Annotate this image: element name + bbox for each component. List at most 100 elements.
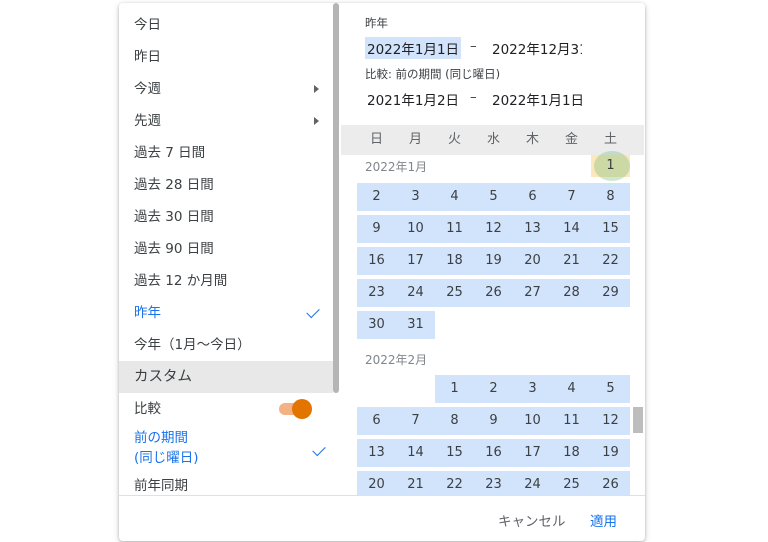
preset-item[interactable]: 昨日 bbox=[119, 41, 333, 73]
compare-option-previous-year[interactable]: 前年同期 bbox=[134, 476, 188, 495]
calendar-day[interactable]: 7 bbox=[552, 183, 591, 211]
range-dash: – bbox=[470, 38, 477, 54]
cancel-button[interactable]: キャンセル bbox=[498, 510, 566, 530]
compare-start-input[interactable]: 2021年1月2日 bbox=[367, 89, 459, 109]
compare-end-input[interactable]: 2022年1月1日 bbox=[492, 89, 584, 109]
calendar-day[interactable]: 15 bbox=[435, 439, 474, 467]
calendar-day[interactable]: 23 bbox=[474, 471, 513, 495]
preset-label: 過去 90 日間 bbox=[134, 241, 214, 257]
weekday-label: 金 bbox=[564, 132, 578, 147]
preset-item[interactable]: 今日 bbox=[119, 9, 333, 41]
preset-item[interactable]: 過去 12 か月間 bbox=[119, 265, 333, 297]
calendar-day[interactable]: 13 bbox=[357, 439, 396, 467]
calendar-day[interactable]: 13 bbox=[513, 215, 552, 243]
preset-scrollbar[interactable] bbox=[333, 3, 339, 393]
calendar-day[interactable]: 17 bbox=[513, 439, 552, 467]
calendar-scrollbar[interactable] bbox=[633, 407, 643, 433]
preset-item[interactable]: 先週 bbox=[119, 105, 333, 137]
calendar-day[interactable]: 3 bbox=[513, 375, 552, 403]
calendar-day[interactable]: 25 bbox=[435, 279, 474, 307]
calendar-day-number: 20 bbox=[524, 253, 541, 268]
calendar-day[interactable]: 21 bbox=[552, 247, 591, 275]
calendar-day[interactable]: 10 bbox=[513, 407, 552, 435]
calendar-day[interactable]: 10 bbox=[396, 215, 435, 243]
calendar-day[interactable]: 28 bbox=[552, 279, 591, 307]
calendar-day[interactable]: 17 bbox=[396, 247, 435, 275]
custom-preset[interactable]: カスタム bbox=[119, 361, 333, 393]
calendar-day[interactable]: 12 bbox=[591, 407, 630, 435]
end-date-input[interactable]: 2022年12月31日 bbox=[492, 38, 582, 58]
calendar-day[interactable]: 29 bbox=[591, 279, 630, 307]
preset-item[interactable]: 昨年 bbox=[119, 297, 333, 329]
calendar-day[interactable]: 2 bbox=[357, 183, 396, 211]
calendar-day[interactable]: 15 bbox=[591, 215, 630, 243]
calendar-day-number: 18 bbox=[563, 445, 580, 460]
calendar-day[interactable]: 20 bbox=[513, 247, 552, 275]
calendar-day-number: 6 bbox=[528, 189, 537, 204]
calendar-day[interactable]: 6 bbox=[357, 407, 396, 435]
calendar-day[interactable]: 18 bbox=[552, 439, 591, 467]
preset-item[interactable]: 今週 bbox=[119, 73, 333, 105]
calendar-day[interactable]: 8 bbox=[591, 183, 630, 211]
calendar-day[interactable]: 19 bbox=[591, 439, 630, 467]
calendar-day[interactable]: 5 bbox=[474, 183, 513, 211]
calendar-day[interactable]: 24 bbox=[513, 471, 552, 495]
calendar-day[interactable]: 3 bbox=[396, 183, 435, 211]
weekday-label: 日 bbox=[369, 132, 383, 147]
calendar-day-number: 27 bbox=[524, 285, 541, 300]
calendar-day[interactable]: 2 bbox=[474, 375, 513, 403]
calendar-day[interactable]: 23 bbox=[357, 279, 396, 307]
calendar-day-number: 25 bbox=[446, 285, 463, 300]
compare-option-previous-period[interactable]: 前の期間 (同じ曜日) bbox=[134, 428, 199, 468]
calendar-day[interactable]: 22 bbox=[591, 247, 630, 275]
calendar-day[interactable]: 26 bbox=[474, 279, 513, 307]
calendar-day[interactable]: 16 bbox=[474, 439, 513, 467]
calendar-day[interactable]: 21 bbox=[396, 471, 435, 495]
calendar-day[interactable]: 19 bbox=[474, 247, 513, 275]
calendar-day-number: 1 bbox=[606, 158, 615, 173]
calendar-day[interactable]: 5 bbox=[591, 375, 630, 403]
preset-item[interactable]: 今年（1月～今日） bbox=[119, 329, 333, 361]
calendar-day-number: 9 bbox=[372, 221, 381, 236]
calendar-day[interactable]: 8 bbox=[435, 407, 474, 435]
calendar-day[interactable]: 14 bbox=[396, 439, 435, 467]
calendar-day[interactable]: 11 bbox=[435, 215, 474, 243]
calendar-day[interactable]: 26 bbox=[591, 471, 630, 495]
start-date-input[interactable]: 2022年1月1日 bbox=[365, 37, 462, 59]
calendar-day[interactable]: 24 bbox=[396, 279, 435, 307]
calendar-day[interactable]: 1 bbox=[591, 151, 630, 181]
calendar-day[interactable]: 9 bbox=[474, 407, 513, 435]
calendar-day[interactable]: 11 bbox=[552, 407, 591, 435]
calendar-day[interactable]: 25 bbox=[552, 471, 591, 495]
calendar-day[interactable]: 9 bbox=[357, 215, 396, 243]
preset-item[interactable]: 過去 28 日間 bbox=[119, 169, 333, 201]
preset-label: 今年（1月～今日） bbox=[134, 337, 251, 353]
calendar-day-number: 5 bbox=[489, 189, 498, 204]
preset-item[interactable]: 過去 90 日間 bbox=[119, 233, 333, 265]
preset-item[interactable]: 過去 30 日間 bbox=[119, 201, 333, 233]
calendar-day[interactable]: 4 bbox=[435, 183, 474, 211]
calendar-day-number: 9 bbox=[489, 413, 498, 428]
calendar-day[interactable]: 1 bbox=[435, 375, 474, 403]
calendar-day[interactable]: 18 bbox=[435, 247, 474, 275]
preset-item[interactable]: 過去 7 日間 bbox=[119, 137, 333, 169]
calendar-day[interactable]: 12 bbox=[474, 215, 513, 243]
calendar-day[interactable]: 6 bbox=[513, 183, 552, 211]
calendar-day[interactable]: 7 bbox=[396, 407, 435, 435]
calendar-day[interactable]: 4 bbox=[552, 375, 591, 403]
calendar-day-number: 2 bbox=[489, 381, 498, 396]
calendar-day[interactable]: 31 bbox=[396, 311, 435, 339]
calendar-day-number: 18 bbox=[446, 253, 463, 268]
calendar-day[interactable]: 20 bbox=[357, 471, 396, 495]
calendar-day[interactable]: 14 bbox=[552, 215, 591, 243]
calendar-day[interactable]: 30 bbox=[357, 311, 396, 339]
calendar-day-number: 19 bbox=[485, 253, 502, 268]
calendar-day-number: 24 bbox=[407, 285, 424, 300]
apply-button[interactable]: 適用 bbox=[590, 510, 617, 530]
calendar-day[interactable]: 27 bbox=[513, 279, 552, 307]
calendar-day[interactable]: 16 bbox=[357, 247, 396, 275]
calendar-panel: 昨年 2022年1月1日 – 2022年12月31日 比較: 前の期間 (同じ曜… bbox=[341, 3, 645, 495]
preset-label: 昨年 bbox=[134, 305, 161, 321]
calendar-day[interactable]: 22 bbox=[435, 471, 474, 495]
compare-toggle-knob[interactable] bbox=[292, 399, 312, 419]
